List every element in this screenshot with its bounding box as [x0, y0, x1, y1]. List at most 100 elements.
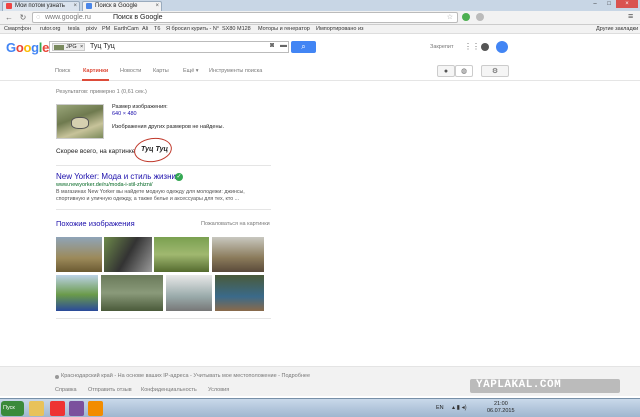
- maximize-button[interactable]: □: [602, 0, 616, 8]
- vlc-icon[interactable]: [88, 401, 103, 416]
- notifications-icon[interactable]: [481, 43, 489, 51]
- similar-image[interactable]: [56, 237, 102, 272]
- search-input[interactable]: Туц Туц: [90, 43, 115, 50]
- tab-search[interactable]: Поиск: [55, 68, 70, 74]
- bookmark-item[interactable]: Ali: [142, 25, 148, 33]
- bookmark-item[interactable]: pixiv: [86, 25, 97, 33]
- apps-icon[interactable]: ⋮⋮: [464, 42, 480, 51]
- tab-label: Поиск в Google: [95, 3, 138, 9]
- tab-more[interactable]: Ещё ▾: [183, 68, 199, 74]
- similar-images-title[interactable]: Похожие изображения: [56, 219, 135, 228]
- search-image-chip[interactable]: JPG ×: [52, 43, 85, 51]
- start-label: Пуск: [3, 405, 15, 411]
- similar-image[interactable]: [215, 275, 264, 311]
- tab-label: Мои потом узнать: [15, 3, 65, 9]
- similar-image[interactable]: [166, 275, 212, 311]
- similar-image[interactable]: [104, 237, 152, 272]
- tab-search-tools[interactable]: Инструменты поиска: [209, 68, 262, 74]
- close-icon[interactable]: ×: [73, 2, 77, 10]
- footer-link-feedback[interactable]: Отправить отзыв: [88, 387, 132, 393]
- clock-time: 21:00: [494, 401, 508, 407]
- watermark-text: YAPLAKAL.COM: [476, 379, 562, 391]
- personal-results-button[interactable]: ●: [437, 65, 455, 77]
- google-logo[interactable]: Google: [6, 40, 49, 55]
- back-button[interactable]: ←: [4, 13, 14, 23]
- tab-maps[interactable]: Карты: [153, 68, 169, 74]
- similar-image[interactable]: [212, 237, 264, 272]
- address-bar-row: ← ↻ ◌ www.google.ru Поиск в Google ☆ ≡: [0, 11, 640, 25]
- reload-button[interactable]: ↻: [18, 13, 28, 23]
- tab-images[interactable]: Картинки: [81, 68, 110, 81]
- minimize-button[interactable]: –: [588, 0, 602, 8]
- bookmark-item[interactable]: T6: [154, 25, 160, 33]
- location-text: Краснодарский край - На основе ваших IP-…: [61, 373, 311, 379]
- divider: [56, 318, 271, 319]
- menu-icon[interactable]: ≡: [628, 11, 633, 21]
- report-images-link[interactable]: Пожаловаться на картинки: [201, 221, 270, 227]
- close-window-button[interactable]: ×: [616, 0, 638, 8]
- extension-icon[interactable]: [462, 13, 470, 21]
- tab-favicon: [6, 3, 12, 9]
- image-size-value[interactable]: 640 × 480: [112, 111, 137, 117]
- explorer-icon[interactable]: [29, 401, 44, 416]
- close-icon[interactable]: ×: [155, 2, 159, 10]
- bookmark-item[interactable]: EarthCam: [114, 25, 139, 33]
- avatar[interactable]: [496, 41, 508, 53]
- bookmark-item[interactable]: Я бросил курить - N°: [166, 25, 219, 33]
- search-box[interactable]: JPG × Туц Туц ◙ ▬: [49, 41, 289, 53]
- omnibox-url: www.google.ru: [45, 14, 91, 21]
- extension-icon-2[interactable]: [476, 13, 484, 21]
- browser-tabbar: Мои потом узнать × Поиск в Google × – □ …: [0, 0, 640, 11]
- bookmark-item[interactable]: tesla: [68, 25, 80, 33]
- camera-icon[interactable]: ◙: [270, 42, 274, 49]
- similar-image[interactable]: [154, 237, 209, 272]
- bookmark-item[interactable]: Другие закладки: [596, 25, 638, 33]
- bookmark-item[interactable]: Импортировано из: [316, 25, 364, 33]
- bookmark-item[interactable]: SX80 M128: [222, 25, 251, 33]
- language-indicator[interactable]: EN: [436, 405, 444, 411]
- query-image-thumbnail[interactable]: [56, 104, 104, 139]
- footer-link-privacy[interactable]: Конфиденциальность: [141, 387, 197, 393]
- bookmark-item[interactable]: rutor.org: [40, 25, 60, 33]
- location-dot-icon: [55, 375, 59, 379]
- browser-tab-2[interactable]: Поиск в Google ×: [82, 1, 162, 11]
- similar-image[interactable]: [56, 275, 98, 311]
- browser-tab-1[interactable]: Мои потом узнать ×: [2, 1, 80, 11]
- tray-icons: ▴ ▮ ◂): [452, 405, 467, 411]
- divider: [56, 165, 271, 166]
- bookmark-item[interactable]: Моторы и генератор: [258, 25, 310, 33]
- footer-link-terms[interactable]: Условия: [208, 387, 229, 393]
- chip-label: JPG: [66, 44, 77, 50]
- tab-news[interactable]: Новости: [120, 68, 141, 74]
- keyboard-icon[interactable]: ▬: [280, 42, 287, 49]
- start-button[interactable]: Пуск: [1, 401, 24, 416]
- signin-label[interactable]: Закрепит: [430, 44, 453, 50]
- browser-icon[interactable]: [50, 401, 65, 416]
- verified-icon: ✓: [175, 173, 183, 181]
- result-title-link[interactable]: New Yorker: Мода и стиль жизни: [56, 172, 176, 181]
- search-icon: ⌕: [301, 42, 306, 51]
- lock-icon: ◌: [36, 14, 41, 21]
- settings-button[interactable]: ⚙: [481, 65, 509, 77]
- globe-icon: ◍: [460, 68, 468, 75]
- global-results-button[interactable]: ◍: [455, 65, 473, 77]
- omnibox-title: Поиск в Google: [113, 14, 163, 21]
- result-snippet-line-1: В магазинах New Yorker вы найдете модную…: [56, 189, 245, 195]
- star-icon[interactable]: ☆: [447, 13, 453, 22]
- footer-link-help[interactable]: Справка: [55, 387, 77, 393]
- result-url[interactable]: www.newyorker.de/ru/moda-i-stil-zhizni/: [56, 182, 153, 188]
- results-stats: Результатов: примерно 1 (0,61 сек.): [56, 89, 147, 95]
- bookmark-item[interactable]: Смартфон: [4, 25, 31, 33]
- chip-thumbnail: [54, 45, 64, 50]
- viber-icon[interactable]: [69, 401, 84, 416]
- similar-image[interactable]: [101, 275, 163, 311]
- chip-close-icon[interactable]: ×: [80, 44, 83, 50]
- search-button[interactable]: ⌕: [291, 41, 316, 53]
- no-other-sizes-text: Изображения других размеров не найдены.: [112, 124, 224, 130]
- image-detail: [71, 117, 89, 129]
- bookmarks-bar: Смартфон rutor.org tesla pixiv PM EarthC…: [0, 25, 640, 34]
- image-size-label: Размер изображения:: [112, 104, 168, 110]
- bookmark-item[interactable]: PM: [102, 25, 110, 33]
- red-circle-annotation: [132, 135, 174, 165]
- omnibox[interactable]: ◌ www.google.ru Поиск в Google ☆: [32, 12, 458, 23]
